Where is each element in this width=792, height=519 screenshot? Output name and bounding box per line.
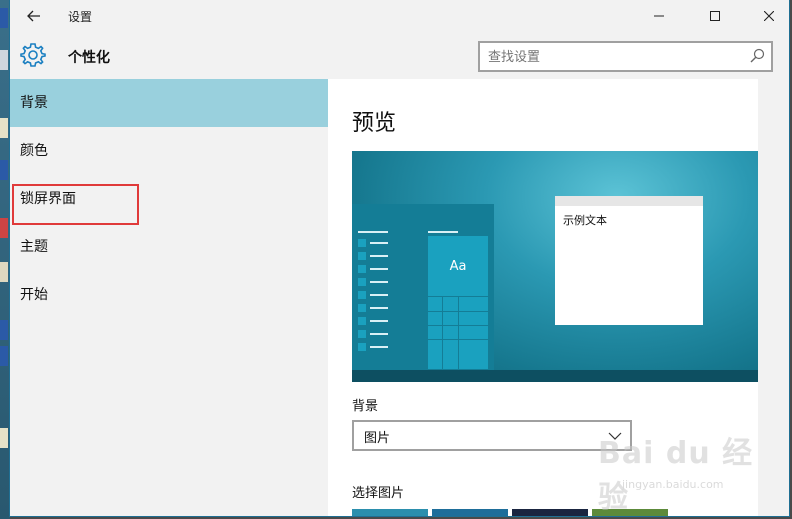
sidebar-item-colors[interactable]: 颜色 bbox=[10, 127, 328, 175]
sidebar-item-label: 颜色 bbox=[20, 143, 48, 159]
preview-menu-line bbox=[358, 231, 388, 233]
preview-menu-line bbox=[370, 307, 388, 309]
title-bar: 设置 bbox=[10, 0, 789, 32]
choose-picture-label: 选择图片 bbox=[352, 486, 405, 501]
desktop-icon[interactable] bbox=[0, 346, 8, 366]
settings-window: 设置 个性化 背景 bbox=[9, 0, 790, 517]
preview-menu-line bbox=[370, 294, 388, 296]
preview-tile-text: Aa bbox=[449, 258, 467, 274]
search-input[interactable] bbox=[488, 48, 738, 66]
back-arrow-icon bbox=[27, 10, 40, 22]
preview-menu-square bbox=[358, 265, 366, 273]
preview-menu-square bbox=[358, 304, 366, 312]
picture-thumbnail[interactable] bbox=[432, 509, 508, 516]
desktop-icon[interactable] bbox=[0, 160, 8, 180]
annotation-highlight-box bbox=[12, 184, 139, 225]
sidebar-item-themes[interactable]: 主题 bbox=[10, 223, 328, 271]
preview-menu-square bbox=[358, 330, 366, 338]
preview-menu-line bbox=[370, 333, 388, 335]
desktop-icon[interactable] bbox=[0, 218, 8, 238]
sidebar-item-start[interactable]: 开始 bbox=[10, 271, 328, 319]
window-title: 设置 bbox=[68, 10, 93, 24]
preview-menu-square bbox=[358, 343, 366, 351]
preview-menu-line bbox=[370, 346, 388, 348]
search-box[interactable] bbox=[478, 41, 773, 72]
background-dropdown-value: 图片 bbox=[364, 431, 391, 446]
gear-icon bbox=[20, 43, 46, 67]
preview-sample-window: 示例文本 bbox=[555, 196, 703, 325]
preview-menu-square bbox=[358, 252, 366, 260]
close-icon bbox=[764, 11, 774, 21]
maximize-icon bbox=[710, 11, 720, 21]
sidebar: 背景 颜色 锁屏界面 主题 开始 bbox=[10, 79, 328, 516]
sidebar-item-label: 背景 bbox=[20, 95, 48, 111]
minimize-icon bbox=[654, 15, 664, 17]
desktop-icon[interactable] bbox=[0, 8, 8, 28]
preview-menu-line bbox=[370, 255, 388, 257]
preview-tile-large: Aa bbox=[428, 236, 488, 296]
desktop-icon[interactable] bbox=[0, 50, 8, 70]
search-icon[interactable] bbox=[749, 48, 765, 64]
background-label: 背景 bbox=[352, 399, 379, 414]
sidebar-item-label: 开始 bbox=[20, 287, 48, 303]
background-dropdown[interactable]: 图片 bbox=[352, 420, 632, 451]
minimize-button[interactable] bbox=[636, 0, 682, 32]
sidebar-item-background[interactable]: 背景 bbox=[10, 79, 328, 127]
back-button[interactable] bbox=[18, 4, 50, 28]
desktop-preview: Aa 示例文本 bbox=[352, 151, 760, 382]
close-button[interactable] bbox=[746, 0, 789, 32]
preview-menu-square bbox=[358, 317, 366, 325]
watermark-logo: Bai du 经验 bbox=[598, 436, 754, 515]
main-content: 预览 Aa 示例文本 背景 图片 选择图片 Bai du 经验 jingyan.… bbox=[328, 79, 760, 516]
watermark-url: jingyan.baidu.com bbox=[622, 478, 724, 491]
desktop-icon[interactable] bbox=[0, 118, 8, 138]
scrollbar-region[interactable] bbox=[758, 79, 789, 516]
picture-thumbnail[interactable] bbox=[512, 509, 588, 516]
preview-taskbar bbox=[352, 370, 760, 382]
preview-menu-line bbox=[370, 281, 388, 283]
preview-menu-line bbox=[370, 320, 388, 322]
sidebar-item-label: 主题 bbox=[20, 239, 48, 255]
grid-line bbox=[442, 297, 443, 369]
preview-menu-line bbox=[370, 242, 388, 244]
preview-sample-text: 示例文本 bbox=[563, 214, 607, 227]
preview-menu-square bbox=[358, 278, 366, 286]
maximize-button[interactable] bbox=[692, 0, 738, 32]
preview-menu-line bbox=[428, 231, 458, 233]
picture-thumbnail[interactable] bbox=[352, 509, 428, 516]
desktop-icon[interactable] bbox=[0, 428, 8, 448]
preview-menu-line bbox=[370, 268, 388, 270]
desktop-icon[interactable] bbox=[0, 262, 8, 282]
page-header: 个性化 bbox=[10, 32, 789, 79]
page-title: 个性化 bbox=[68, 50, 110, 66]
preview-window-bar bbox=[555, 196, 703, 206]
preview-menu-square bbox=[358, 239, 366, 247]
grid-line bbox=[458, 297, 459, 369]
preview-heading: 预览 bbox=[352, 111, 397, 136]
preview-menu-square bbox=[358, 291, 366, 299]
preview-tile-grid bbox=[428, 297, 488, 369]
desktop-icon[interactable] bbox=[0, 320, 8, 340]
watermark: Bai du 经验 jingyan.baidu.com bbox=[598, 428, 768, 515]
